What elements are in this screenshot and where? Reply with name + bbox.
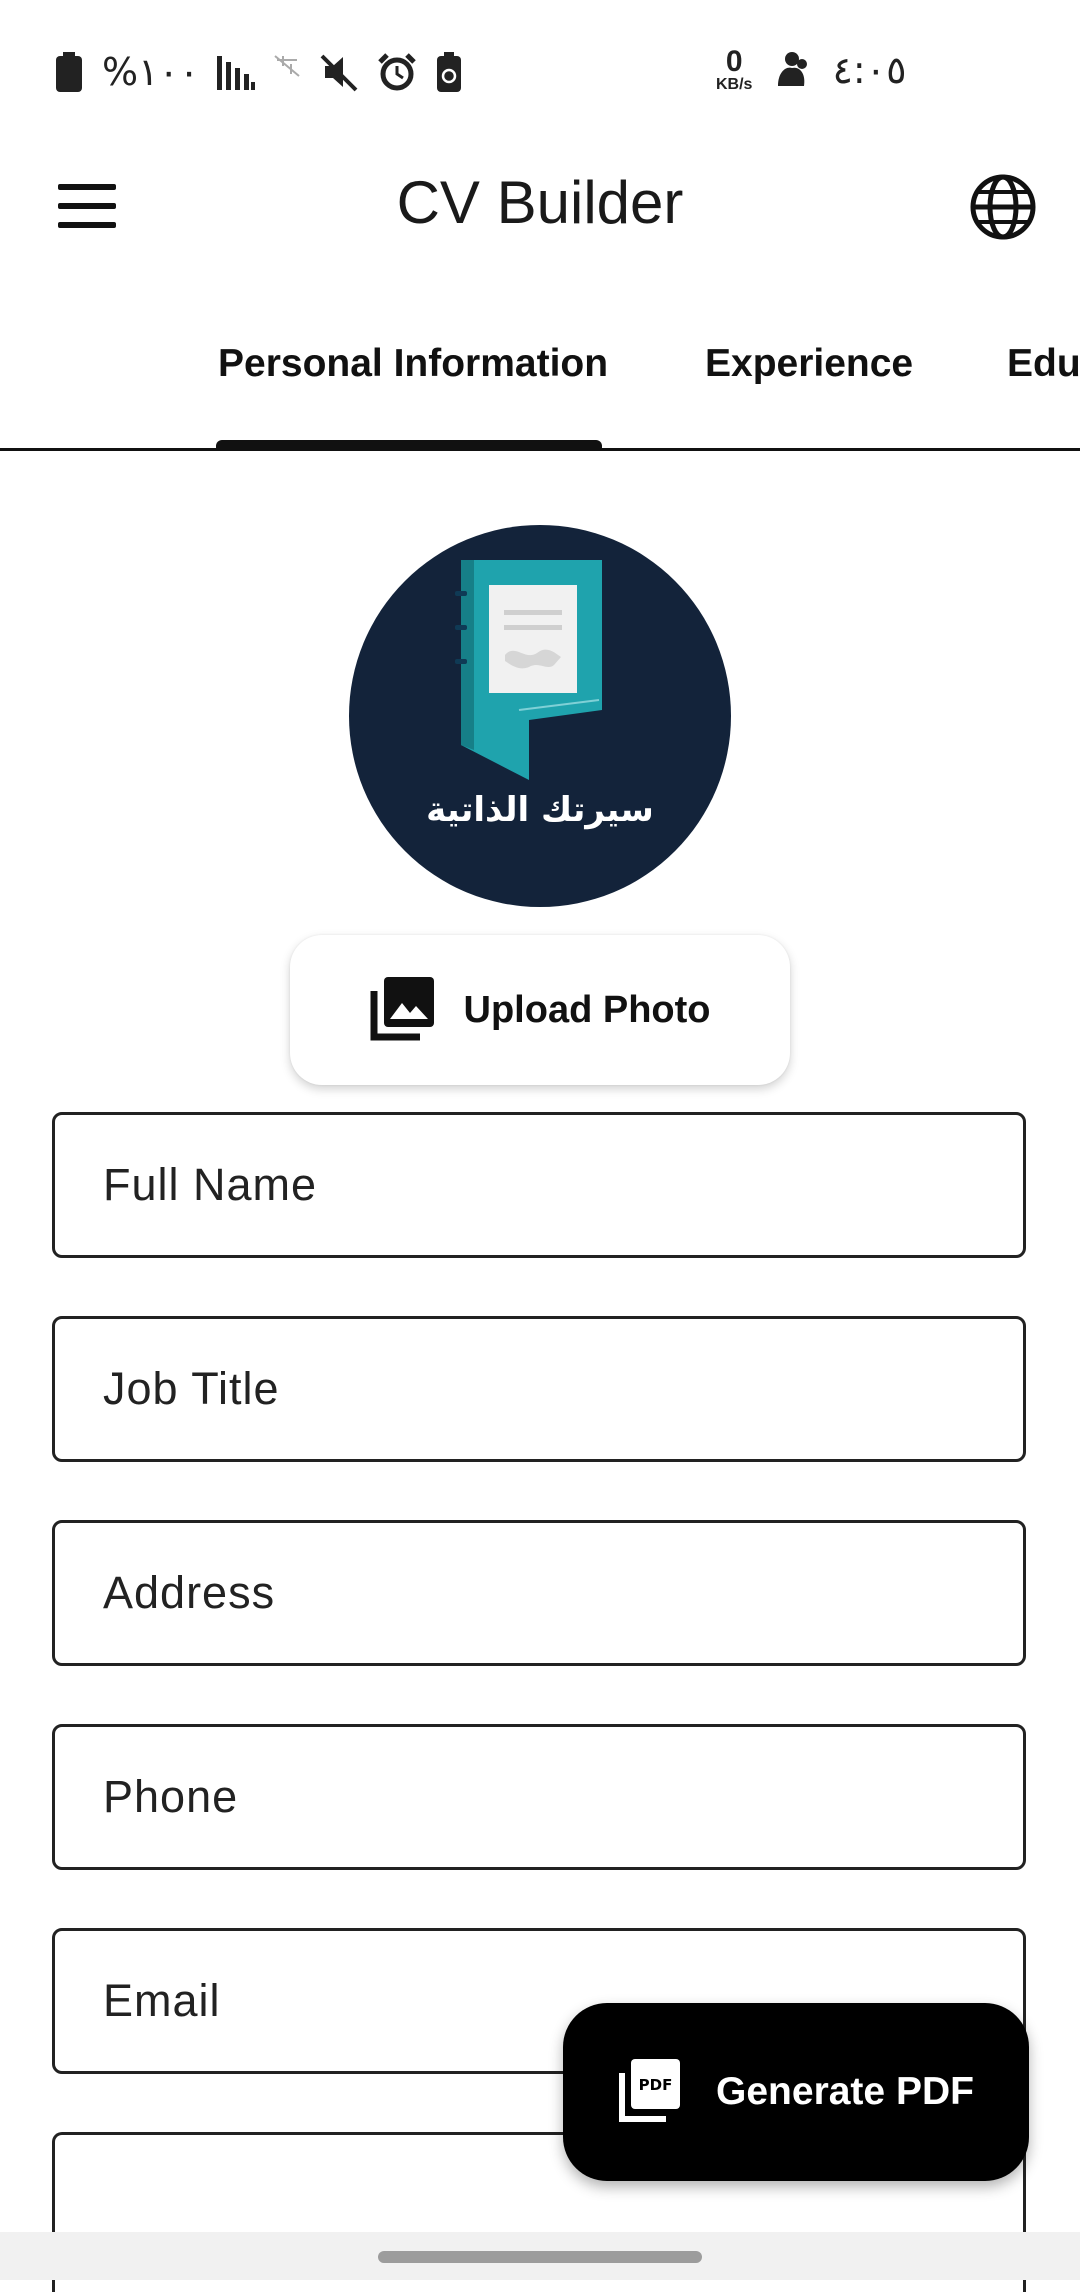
speed-value: 0 bbox=[725, 45, 743, 78]
tab-bar: Personal Information Experience Educatio… bbox=[0, 300, 1080, 451]
cv-logo bbox=[455, 560, 602, 780]
mute-icon bbox=[319, 52, 359, 92]
profile-photo: سيرتك الذاتية bbox=[349, 525, 731, 907]
address-field bbox=[52, 1520, 1026, 1666]
signal-icon bbox=[217, 54, 256, 90]
tab-experience[interactable]: Experience bbox=[705, 342, 913, 386]
data-off-icon bbox=[273, 54, 301, 90]
job-title-input[interactable] bbox=[103, 1319, 963, 1459]
notification-icon bbox=[774, 50, 810, 90]
app-title: CV Builder bbox=[396, 169, 684, 236]
upload-photo-button[interactable]: Upload Photo bbox=[290, 935, 790, 1085]
generate-pdf-label: Generate PDF bbox=[716, 2070, 974, 2113]
home-gesture-handle[interactable] bbox=[378, 2251, 702, 2263]
status-bar: %١٠٠ 0 KB/s ٤:٠٥ bbox=[0, 0, 1080, 140]
alarm-icon bbox=[377, 52, 417, 92]
speed-unit: KB/s bbox=[716, 76, 753, 93]
system-nav-bar bbox=[0, 2232, 1080, 2280]
logo-text: سيرتك الذاتية bbox=[426, 790, 654, 830]
upload-photo-label: Upload Photo bbox=[463, 988, 711, 1031]
status-left: %١٠٠ bbox=[54, 46, 463, 98]
status-right: 0 KB/s ٤:٠٥ bbox=[716, 44, 907, 96]
address-input[interactable] bbox=[103, 1523, 963, 1663]
battery-icon bbox=[54, 52, 84, 92]
pdf-icon: PDF bbox=[618, 2057, 682, 2128]
app-bar: CV Builder bbox=[0, 140, 1080, 270]
svg-text:PDF: PDF bbox=[639, 2076, 673, 2094]
tab-personal-information[interactable]: Personal Information bbox=[218, 342, 608, 386]
active-tab-indicator bbox=[216, 440, 602, 448]
generate-pdf-button[interactable]: PDF Generate PDF bbox=[563, 2003, 1029, 2181]
tab-education[interactable]: Education bbox=[1007, 342, 1080, 386]
clock: ٤:٠٥ bbox=[832, 48, 907, 92]
battery-saver-icon bbox=[435, 52, 463, 92]
photo-library-icon bbox=[370, 975, 436, 1046]
phone-input[interactable] bbox=[103, 1727, 963, 1867]
network-speed: 0 KB/s bbox=[716, 47, 752, 93]
full-name-field bbox=[52, 1112, 1026, 1258]
phone-field bbox=[52, 1724, 1026, 1870]
battery-percent: %١٠٠ bbox=[102, 50, 200, 94]
job-title-field bbox=[52, 1316, 1026, 1462]
full-name-input[interactable] bbox=[103, 1115, 963, 1255]
globe-icon[interactable] bbox=[968, 172, 1038, 242]
